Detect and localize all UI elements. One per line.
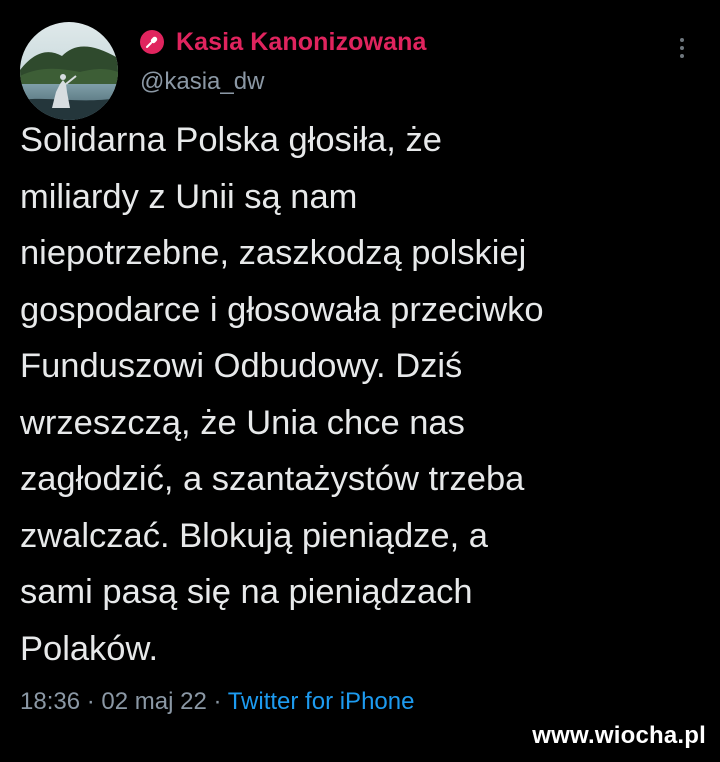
tweet-source[interactable]: Twitter for iPhone <box>228 688 415 715</box>
microphone-icon <box>140 30 164 54</box>
tweet-text-line: Polaków. <box>20 629 159 668</box>
landscape-avatar-icon <box>20 22 118 120</box>
avatar[interactable] <box>20 22 118 120</box>
tweet-header: Kasia Kanonizowana @kasia_dw <box>140 24 680 96</box>
name-row: Kasia Kanonizowana <box>140 24 680 60</box>
tweet-text-line: Solidarna Polska głosiła, że <box>20 121 442 159</box>
tweet-text-line: gospodarce i głosowała przeciwko <box>20 290 544 329</box>
tweet-text: Solidarna Polska głosiła, że miliardy z … <box>20 112 710 677</box>
author-handle[interactable]: @kasia_dw <box>140 68 680 96</box>
tweet-text-line: sami pasą się na pieniądzach <box>20 573 473 611</box>
tweet-card: Kasia Kanonizowana @kasia_dw Solidarna P… <box>0 0 720 762</box>
more-options-icon[interactable] <box>680 38 686 58</box>
meta-separator: · <box>206 688 228 715</box>
meta-separator: · <box>80 688 102 715</box>
tweet-text-line: zwalczać. Blokują pieniądze, a <box>20 516 488 555</box>
tweet-text-line: miliardy z Unii są nam <box>20 177 358 216</box>
tweet-meta: 18:36 · 02 maj 22 · Twitter for iPhone <box>20 688 414 716</box>
watermark: www.wiocha.pl <box>532 722 706 749</box>
author-display-name[interactable]: Kasia Kanonizowana <box>176 28 426 57</box>
tweet-time[interactable]: 18:36 <box>20 688 80 715</box>
tweet-text-line: niepotrzebne, zaszkodzą polskiej <box>20 234 527 272</box>
tweet-date[interactable]: 02 maj 22 <box>101 688 206 715</box>
tweet-text-line: zagłodzić, a szantażystów trzeba <box>20 460 525 498</box>
tweet-text-line: Funduszowi Odbudowy. Dziś <box>20 347 463 385</box>
tweet-text-line: wrzeszczą, że Unia chce nas <box>20 403 465 442</box>
